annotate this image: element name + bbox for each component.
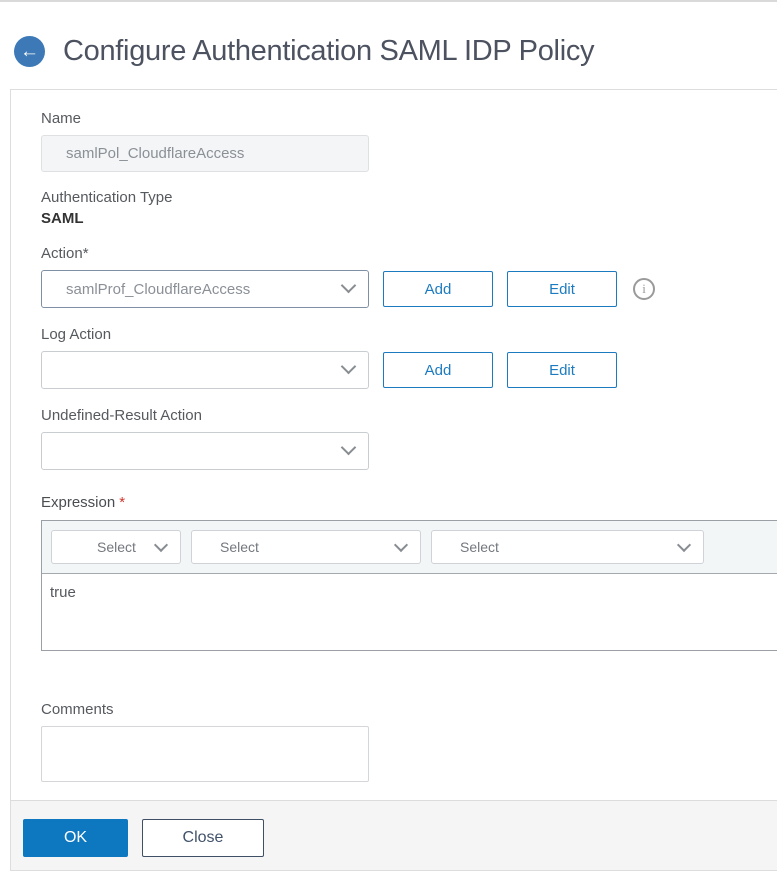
expression-toolbar: Select Select Select	[42, 521, 777, 574]
info-icon-glyph: i	[642, 281, 646, 296]
expression-select-1-value: Select	[97, 539, 136, 555]
page-header: ← Configure Authentication SAML IDP Poli…	[0, 2, 777, 74]
expression-editor: Select Select Select true	[41, 520, 777, 651]
log-action-label: Log Action	[41, 326, 112, 343]
expression-textarea[interactable]: true	[42, 574, 777, 650]
action-add-button[interactable]: Add	[383, 271, 493, 307]
name-label: Name	[41, 110, 82, 127]
comments-textarea[interactable]	[41, 726, 369, 782]
log-action-row: Add Edit	[41, 351, 777, 389]
authentication-type-value: SAML	[41, 210, 84, 227]
action-select[interactable]: samlProf_CloudflareAccess	[41, 270, 369, 308]
back-arrow-icon: ←	[20, 40, 39, 62]
chevron-down-icon	[676, 537, 692, 552]
expression-select-3[interactable]: Select	[431, 530, 704, 564]
expression-label-row: Expression *	[41, 494, 777, 511]
action-row: samlProf_CloudflareAccess Add Edit i	[41, 270, 777, 308]
undefined-result-action-label: Undefined-Result Action	[41, 407, 202, 424]
chevron-down-icon	[340, 358, 357, 375]
back-button[interactable]: ←	[14, 35, 45, 67]
authentication-type-label: Authentication Type	[41, 189, 173, 206]
form-footer: OK Close	[11, 800, 777, 870]
action-edit-button[interactable]: Edit	[507, 271, 617, 307]
comments-label: Comments	[41, 701, 114, 718]
form-body: Name Authentication Type SAML Action* sa…	[11, 90, 777, 782]
chevron-down-icon	[153, 537, 169, 552]
log-action-select[interactable]	[41, 351, 369, 389]
form-panel: Name Authentication Type SAML Action* sa…	[10, 89, 777, 871]
expression-select-2-value: Select	[220, 539, 259, 555]
action-label: Action*	[41, 245, 89, 262]
chevron-down-icon	[340, 439, 357, 456]
ok-button[interactable]: OK	[23, 819, 128, 857]
undefined-result-action-select[interactable]	[41, 432, 369, 470]
log-action-add-button[interactable]: Add	[383, 352, 493, 388]
chevron-down-icon	[340, 277, 357, 294]
info-icon[interactable]: i	[633, 278, 655, 300]
name-input[interactable]	[41, 135, 369, 172]
required-asterisk: *	[119, 494, 126, 511]
expression-select-1[interactable]: Select	[51, 530, 181, 564]
expression-select-3-value: Select	[460, 539, 499, 555]
chevron-down-icon	[393, 537, 409, 552]
close-button[interactable]: Close	[142, 819, 264, 857]
expression-label: Expression	[41, 494, 116, 511]
log-action-edit-button[interactable]: Edit	[507, 352, 617, 388]
expression-select-2[interactable]: Select	[191, 530, 421, 564]
page-title: Configure Authentication SAML IDP Policy	[63, 34, 595, 67]
action-select-value: samlProf_CloudflareAccess	[66, 280, 251, 298]
